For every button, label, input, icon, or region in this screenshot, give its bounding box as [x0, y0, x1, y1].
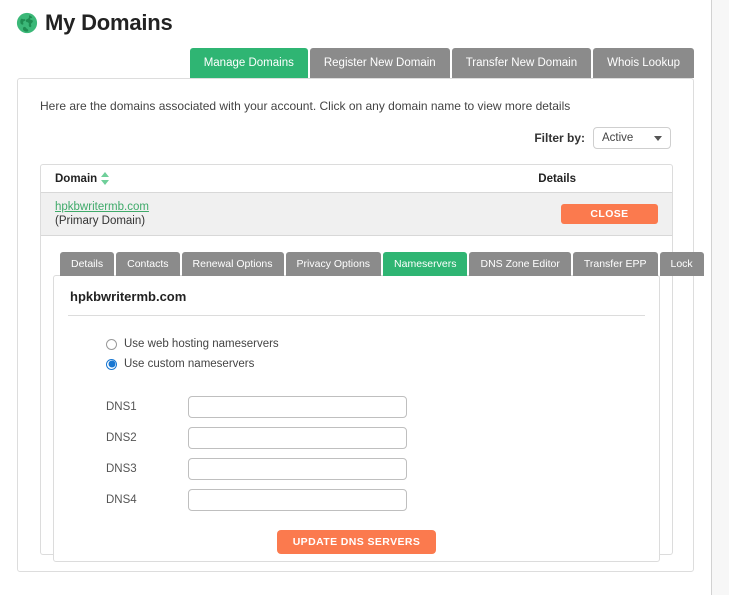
table-row: hpkbwritermb.com (Primary Domain) CLOSE — [41, 193, 672, 236]
dns2-label: DNS2 — [106, 432, 137, 444]
tab-dns-zone-editor[interactable]: DNS Zone Editor — [469, 252, 571, 276]
nameservers-panel-title: hpkbwritermb.com — [70, 289, 187, 304]
nameservers-panel: hpkbwritermb.com Use web hosting nameser… — [53, 275, 660, 562]
tab-nameservers[interactable]: Nameservers — [383, 252, 468, 276]
tab-register-new-domain[interactable]: Register New Domain — [309, 48, 450, 78]
update-dns-servers-button[interactable]: UPDATE DNS SERVERS — [276, 530, 437, 554]
radio-web-hosting-icon[interactable] — [106, 338, 117, 350]
dns4-input[interactable] — [188, 489, 407, 511]
tab-renewal-options[interactable]: Renewal Options — [181, 252, 284, 276]
dns4-label: DNS4 — [106, 494, 137, 506]
tab-lock[interactable]: Lock — [659, 252, 704, 276]
close-button[interactable]: CLOSE — [561, 204, 658, 224]
filter-row: Filter by: Active — [18, 113, 693, 149]
tab-manage-domains[interactable]: Manage Domains — [189, 48, 308, 78]
chevron-down-icon — [654, 135, 662, 141]
domain-link[interactable]: hpkbwritermb.com — [55, 201, 149, 213]
table-header-row: Domain Details — [41, 165, 672, 193]
submit-row: UPDATE DNS SERVERS — [54, 520, 659, 554]
dns1-input[interactable] — [188, 396, 407, 418]
tab-contacts[interactable]: Contacts — [116, 252, 180, 276]
domain-primary-note: (Primary Domain) — [55, 215, 146, 227]
page-header: My Domains — [0, 0, 711, 38]
domain-detail-area: Details Contacts Renewal Options Privacy… — [41, 236, 704, 562]
intro-text: Here are the domains associated with you… — [40, 99, 571, 113]
tab-privacy-options[interactable]: Privacy Options — [285, 252, 382, 276]
domain-cell: hpkbwritermb.com (Primary Domain) — [55, 201, 149, 227]
dns3-label: DNS3 — [106, 463, 137, 475]
tab-whois-lookup[interactable]: Whois Lookup — [593, 48, 694, 78]
row-actions: CLOSE — [561, 204, 658, 224]
dns3-row: DNS3 — [106, 458, 659, 480]
page-right-edge — [711, 0, 729, 595]
column-header-domain[interactable]: Domain — [55, 172, 110, 185]
dns2-input[interactable] — [188, 427, 407, 449]
tab-details[interactable]: Details — [60, 252, 115, 276]
nameserver-mode-group: Use web hosting nameservers Use custom n… — [54, 316, 659, 370]
filter-select[interactable]: Active — [593, 127, 671, 149]
sort-updown-icon[interactable] — [101, 172, 110, 185]
page-title: My Domains — [45, 10, 173, 35]
page-container: My Domains Manage Domains Register New D… — [0, 0, 711, 595]
domains-panel: Domain Details hpkbwritermb.com (Primary… — [40, 164, 704, 562]
dns4-row: DNS4 — [106, 489, 659, 511]
dns1-label: DNS1 — [106, 401, 137, 413]
top-tab-bar: Manage Domains Register New Domain Trans… — [189, 48, 694, 78]
dns3-input[interactable] — [188, 458, 407, 480]
radio-custom-label: Use custom nameservers — [124, 358, 255, 370]
detail-tab-bar: Details Contacts Renewal Options Privacy… — [53, 252, 704, 276]
dns-fields: DNS1 DNS2 DNS3 DNS4 — [54, 378, 659, 511]
tab-transfer-epp[interactable]: Transfer EPP — [572, 252, 658, 276]
dns1-row: DNS1 — [106, 396, 659, 418]
column-header-details: Details — [538, 172, 576, 185]
radio-web-hosting-label: Use web hosting nameservers — [124, 338, 279, 350]
radio-option-custom[interactable]: Use custom nameservers — [106, 358, 659, 370]
dns2-row: DNS2 — [106, 427, 659, 449]
globe-icon — [16, 12, 38, 34]
filter-label: Filter by: — [534, 131, 585, 145]
radio-option-web-hosting[interactable]: Use web hosting nameservers — [106, 338, 659, 350]
filter-select-value: Active — [602, 132, 634, 144]
main-card: Here are the domains associated with you… — [17, 78, 704, 572]
radio-custom-icon[interactable] — [106, 358, 117, 370]
column-header-domain-label: Domain — [55, 172, 98, 185]
tab-transfer-new-domain[interactable]: Transfer New Domain — [451, 48, 592, 78]
